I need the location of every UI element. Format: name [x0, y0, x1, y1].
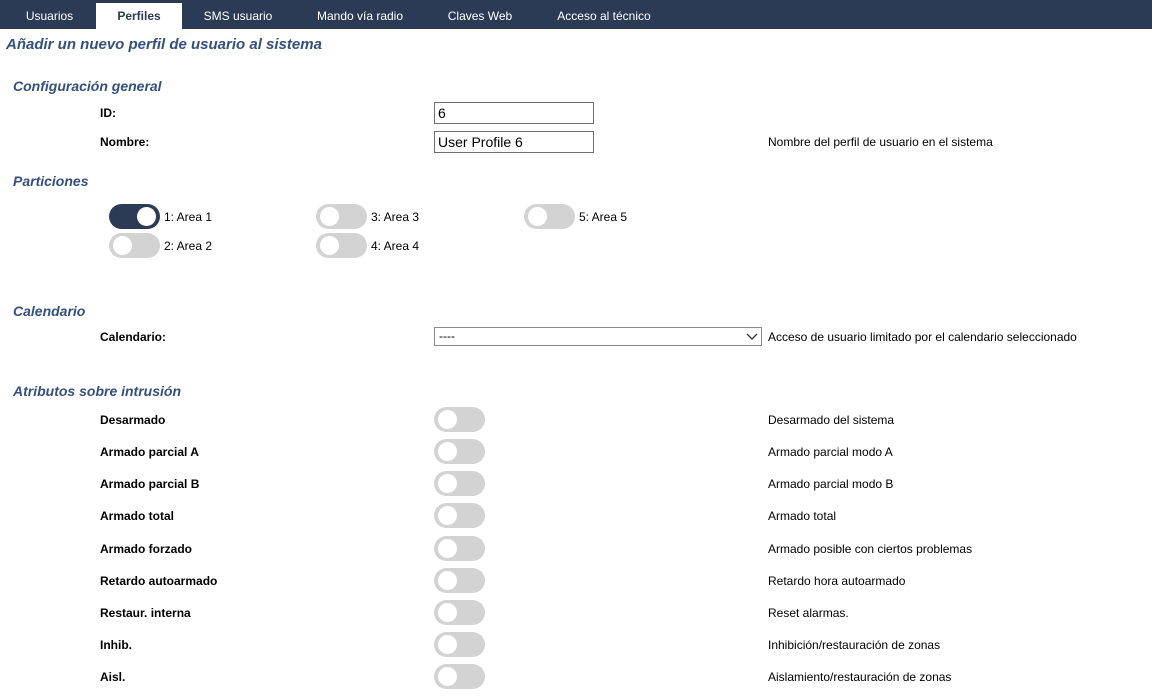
attr-label: Inhib.: [100, 638, 132, 652]
attr-description: Retardo hora autoarmado: [768, 574, 906, 588]
toggle-knob: [320, 236, 339, 255]
toggle-armado-forzado[interactable]: [434, 536, 485, 561]
attr-description: Inhibición/restauración de zonas: [768, 638, 941, 652]
toggle-knob: [137, 207, 156, 226]
name-label: Nombre:: [100, 135, 150, 149]
toggle-knob: [113, 236, 132, 255]
section-partitions-title: Particiones: [13, 173, 89, 189]
id-label: ID:: [100, 106, 116, 120]
calendar-selected-value: ----: [439, 329, 455, 343]
page-title: Añadir un nuevo perfil de usuario al sis…: [6, 36, 322, 53]
toggle-knob: [438, 571, 457, 590]
tab-perfiles[interactable]: Perfiles: [96, 3, 182, 29]
attr-label: Armado parcial B: [100, 477, 200, 491]
toggle-aisl[interactable]: [434, 664, 485, 689]
area-4-label: 4: Area 4: [371, 239, 420, 253]
tab-sms-usuario[interactable]: SMS usuario: [187, 3, 289, 29]
toggle-knob: [438, 506, 457, 525]
attr-label: Armado parcial A: [100, 445, 199, 459]
attr-description: Armado total: [768, 509, 837, 523]
toggle-knob: [438, 442, 457, 461]
area-5-label: 5: Area 5: [579, 210, 628, 224]
toggle-knob: [528, 207, 547, 226]
tab-mando-via-radio[interactable]: Mando vía radio: [299, 3, 421, 29]
toggle-armado-parcial-a[interactable]: [434, 439, 485, 464]
toggle-knob: [438, 474, 457, 493]
toggle-restaur-interna[interactable]: [434, 600, 485, 625]
attr-description: Armado parcial modo A: [768, 445, 893, 459]
attr-description: Reset alarmas.: [768, 606, 849, 620]
area-1-label: 1: Area 1: [164, 210, 213, 224]
id-input[interactable]: [434, 102, 594, 124]
attr-description: Desarmado del sistema: [768, 413, 895, 427]
attr-description: Armado posible con ciertos problemas: [768, 542, 973, 556]
section-intrusion-title: Atributos sobre intrusión: [13, 383, 181, 399]
toggle-knob: [438, 539, 457, 558]
attr-label: Restaur. interna: [100, 606, 191, 620]
toggle-knob: [438, 635, 457, 654]
name-input[interactable]: [434, 131, 594, 153]
area-2-label: 2: Area 2: [164, 239, 213, 253]
section-calendar-title: Calendario: [13, 303, 86, 319]
chevron-down-icon: [746, 333, 758, 340]
attr-label: Armado total: [100, 509, 175, 523]
toggle-area-1[interactable]: [109, 204, 160, 229]
toggle-knob: [438, 603, 457, 622]
toggle-area-2[interactable]: [109, 233, 160, 258]
attr-description: Armado parcial modo B: [768, 477, 894, 491]
calendar-select[interactable]: ----: [434, 327, 762, 346]
tab-bar: Usuarios Perfiles SMS usuario Mando vía …: [0, 0, 1152, 29]
name-description: Nombre del perfil de usuario en el siste…: [768, 135, 993, 149]
section-general-title: Configuración general: [13, 78, 162, 94]
attr-label: Desarmado: [100, 413, 166, 427]
tab-claves-web[interactable]: Claves Web: [432, 3, 528, 29]
attr-description: Aislamiento/restauración de zonas: [768, 670, 952, 684]
toggle-retardo-autoarmado[interactable]: [434, 568, 485, 593]
toggle-knob: [438, 667, 457, 686]
toggle-armado-parcial-b[interactable]: [434, 471, 485, 496]
tab-usuarios[interactable]: Usuarios: [0, 3, 99, 29]
attr-label: Aisl.: [100, 670, 126, 684]
attr-label: Armado forzado: [100, 542, 193, 556]
toggle-inhib[interactable]: [434, 632, 485, 657]
area-3-label: 3: Area 3: [371, 210, 420, 224]
toggle-knob: [438, 410, 457, 429]
tab-acceso-tecnico[interactable]: Acceso al técnico: [541, 3, 667, 29]
toggle-desarmado[interactable]: [434, 407, 485, 432]
calendar-label: Calendario:: [100, 330, 167, 344]
toggle-armado-total[interactable]: [434, 503, 485, 528]
toggle-area-3[interactable]: [316, 204, 367, 229]
calendar-description: Acceso de usuario limitado por el calend…: [768, 330, 1077, 344]
toggle-area-5[interactable]: [524, 204, 575, 229]
attr-label: Retardo autoarmado: [100, 574, 218, 588]
toggle-knob: [320, 207, 339, 226]
toggle-area-4[interactable]: [316, 233, 367, 258]
